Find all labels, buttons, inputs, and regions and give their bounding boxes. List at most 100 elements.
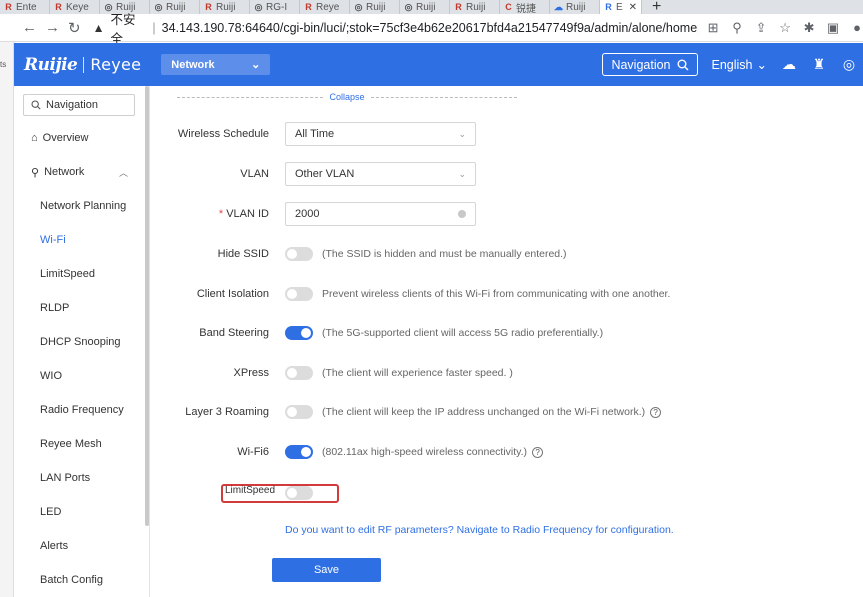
browser-tab[interactable]: C 锐捷: [500, 0, 550, 14]
toggle-knob: [301, 447, 311, 457]
sidebar-item-radio-frequency[interactable]: Radio Frequency: [14, 400, 144, 420]
layer3-roaming-toggle[interactable]: [285, 405, 313, 419]
sidebar-item-dhcp-snooping[interactable]: DHCP Snooping: [14, 332, 144, 352]
search-icon: [31, 100, 41, 110]
reload-icon[interactable]: ↻: [68, 19, 81, 37]
home-icon: ⌂: [31, 132, 38, 144]
sidebar-item-batch-config[interactable]: Batch Config: [14, 570, 144, 590]
security-status: 不安全: [110, 12, 136, 46]
sidebar-item-led[interactable]: LED: [14, 502, 144, 522]
field-label: Wi-Fi6: [237, 446, 269, 458]
hint-text: (802.11ax high-speed wireless connectivi…: [322, 446, 528, 458]
sidebar-item-rldp[interactable]: RLDP: [14, 298, 144, 318]
hide-ssid-toggle[interactable]: [285, 247, 313, 261]
collapse-link[interactable]: Collapse: [323, 92, 370, 102]
url-separator: |: [152, 20, 156, 35]
sidebar-item-label: Radio Frequency: [40, 404, 124, 416]
select-value: All Time: [295, 128, 335, 140]
client-isolation-toggle[interactable]: [285, 287, 313, 301]
ruijie-favicon-icon: R: [55, 1, 62, 12]
hint-text: (The 5G-supported client will access 5G …: [322, 327, 604, 339]
globe-favicon-icon: ◎: [354, 1, 363, 12]
tab-label: Ruiji: [216, 1, 236, 13]
browser-tab[interactable]: R Keye: [50, 0, 100, 14]
vlan-id-input[interactable]: 2000: [285, 202, 476, 226]
browser-tab[interactable]: ◎ Ruiji: [350, 0, 400, 14]
translate-icon[interactable]: ⊞: [706, 20, 720, 36]
network-select[interactable]: Network ⌄: [161, 54, 271, 75]
close-icon[interactable]: ✕: [629, 2, 637, 13]
ruijie-favicon-icon: R: [5, 1, 12, 12]
share-icon[interactable]: ⇪: [754, 20, 768, 36]
profile-icon[interactable]: ●: [850, 20, 863, 35]
browser-tab[interactable]: R Reye: [300, 0, 350, 14]
network-icon: ⚲: [31, 166, 40, 179]
sidebar-item-overview[interactable]: ⌂ Overview: [14, 128, 144, 148]
toggle-knob: [287, 289, 297, 299]
sidebar-item-label: WIO: [40, 370, 62, 382]
logo-divider: [83, 56, 85, 73]
sidebar-item-reyee-mesh[interactable]: Reyee Mesh: [14, 434, 144, 454]
sidebar-scrollbar[interactable]: [145, 86, 149, 526]
url-input[interactable]: ▲ 不安全 | 34.143.190.78:64640/cgi-bin/luci…: [89, 13, 699, 46]
sidebar-item-limitspeed[interactable]: LimitSpeed: [14, 264, 144, 284]
navigation-search-button[interactable]: Navigation: [602, 53, 698, 76]
extensions-icon[interactable]: ✱: [802, 20, 816, 36]
tab-label: Ruiji: [466, 1, 486, 13]
cloud-icon[interactable]: ☁: [781, 56, 797, 73]
hint-text: (The SSID is hidden and must be manually…: [322, 248, 567, 260]
field-label: Hide SSID: [217, 248, 269, 260]
language-select[interactable]: English ⌄: [712, 57, 767, 73]
hint-text: (The client will experience faster speed…: [322, 367, 513, 379]
select-value: Other VLAN: [295, 168, 355, 180]
sidebar-item-wio[interactable]: WIO: [14, 366, 144, 386]
band-steering-toggle[interactable]: [285, 326, 313, 340]
forward-arrow-icon[interactable]: →: [45, 19, 60, 36]
browser-tab[interactable]: ◎ Ruiji: [400, 0, 450, 14]
sidebar-item-label: Reyee Mesh: [40, 438, 102, 450]
bell-icon[interactable]: ♜: [811, 56, 827, 73]
zoom-icon[interactable]: ⚲: [730, 20, 744, 36]
sidebar-toggle-icon[interactable]: ▣: [826, 20, 840, 36]
wireless-schedule-select[interactable]: All Time ⌄: [285, 122, 476, 146]
browser-tab[interactable]: ☁ Ruiji: [550, 0, 600, 14]
browser-tab[interactable]: ◎ RG-I: [250, 0, 300, 14]
hint-text: Prevent wireless clients of this Wi-Fi f…: [322, 288, 671, 300]
new-tab-button[interactable]: +: [642, 0, 671, 14]
sidebar-item-alerts[interactable]: Alerts: [14, 536, 144, 556]
bookmark-star-icon[interactable]: ☆: [778, 20, 792, 36]
browser-tab[interactable]: R Ente: [0, 0, 50, 14]
sidebar-item-network[interactable]: ⚲ Network ︿: [14, 162, 144, 182]
radio-frequency-link[interactable]: Do you want to edit RF parameters? Navig…: [285, 524, 674, 536]
header-actions: Navigation English ⌄ ☁ ♜ ◎: [602, 53, 863, 76]
back-arrow-icon[interactable]: ←: [22, 19, 37, 36]
side-panel-text: ts: [0, 60, 7, 69]
sidebar-search-input[interactable]: Navigation: [23, 94, 135, 116]
save-button[interactable]: Save: [272, 558, 381, 582]
tab-label: 锐捷: [516, 3, 536, 15]
browser-tab[interactable]: R Ruiji: [450, 0, 500, 14]
vlan-select[interactable]: Other VLAN ⌄: [285, 162, 476, 186]
help-icon[interactable]: ?: [532, 446, 544, 458]
limitspeed-toggle[interactable]: [285, 486, 313, 500]
sidebar-item-lan-ports[interactable]: LAN Ports: [14, 468, 144, 488]
browser-tab[interactable]: R Ruiji: [200, 0, 250, 14]
wifi6-toggle[interactable]: [285, 445, 313, 459]
browser-tab[interactable]: ◎ Ruiji: [150, 0, 200, 14]
browser-tab-active[interactable]: R E ✕: [600, 0, 642, 14]
reyee-logo-text: Reyee: [90, 55, 142, 74]
clear-icon[interactable]: [458, 210, 466, 218]
xpress-toggle[interactable]: [285, 366, 313, 380]
sidebar-item-network-planning[interactable]: Network Planning: [14, 196, 144, 216]
sidebar-item-wifi[interactable]: Wi-Fi: [14, 230, 144, 250]
sidebar: Navigation ⌂ Overview ⚲ Network ︿ Networ…: [14, 86, 150, 597]
ruijie-favicon-icon: R: [605, 1, 612, 12]
sidebar-item-label: LED: [40, 506, 62, 518]
hide-ssid-row: Hide SSID (The SSID is hidden and must b…: [151, 242, 863, 266]
help-icon[interactable]: ?: [650, 406, 662, 418]
hint-container: (The client will keep the IP address unc…: [322, 406, 662, 418]
chevron-down-icon: ⌄: [251, 59, 261, 71]
url-text: 34.143.190.78:64640/cgi-bin/luci/;stok=7…: [161, 20, 699, 35]
tab-label: RG-I: [266, 1, 288, 13]
help-search-icon[interactable]: ◎: [841, 56, 857, 73]
